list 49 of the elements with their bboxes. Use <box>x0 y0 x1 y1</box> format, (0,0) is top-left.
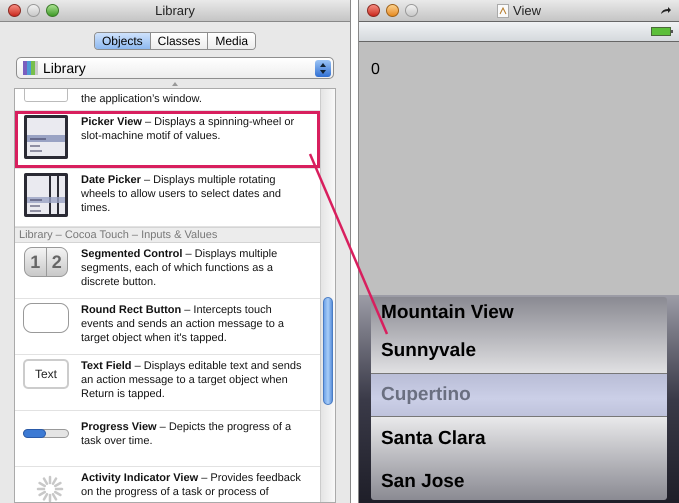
picker-row[interactable]: San Jose <box>371 461 667 500</box>
picker-view-icon <box>24 115 68 159</box>
item-description: Text Field – Displays editable text and sends an action message to a target object when Return is tapped. <box>81 359 303 401</box>
segment-label: 1 <box>29 250 42 274</box>
picker-row[interactable]: Santa Clara <box>371 417 667 461</box>
picker-row[interactable]: Mountain View <box>371 297 667 329</box>
item-description: Segmented Control – Displays multiple segments, each of which functions as a discrete button. <box>81 247 278 289</box>
zoom-button[interactable] <box>405 4 418 17</box>
item-description: Picker View – Displays a spinning-wheel or slot-machine motif of values. <box>81 115 296 143</box>
picker-row[interactable]: Sunnyvale <box>371 329 667 373</box>
minimize-button[interactable] <box>386 4 399 17</box>
item-description: Date Picker – Displays multiple rotating wheels to allow users to select dates and times. <box>81 173 282 215</box>
popup-value: Library <box>43 58 86 78</box>
item-description: Progress View – Depicts the progress of a task over time. <box>81 420 292 448</box>
round-rect-icon <box>23 303 69 333</box>
window-title: Library <box>154 2 196 20</box>
window-title: View <box>513 2 541 20</box>
date-picker-icon <box>24 173 68 217</box>
stepper-arrows-icon <box>315 60 331 76</box>
spinner-icon <box>36 475 64 502</box>
library-item[interactable]: the application’s window. <box>15 89 320 111</box>
close-button[interactable] <box>367 4 380 17</box>
text-field-icon: Text <box>23 359 69 389</box>
tab[interactable]: Classes <box>150 33 208 49</box>
progress-bar-icon <box>23 429 69 438</box>
document-icon <box>497 4 510 18</box>
battery-icon <box>651 27 673 36</box>
tab[interactable]: Media <box>207 33 256 49</box>
picker-wheel[interactable]: Mountain View Sunnyvale Cupertino Santa Clara San Jose <box>371 297 667 500</box>
close-button[interactable] <box>8 4 21 17</box>
rotate-arrow-icon[interactable] <box>661 6 671 14</box>
tab[interactable]: Objects <box>94 33 150 49</box>
library-item[interactable]: Text Text Field – Displays editable text and sends an action message to a target object when Return is tapped. <box>15 355 320 411</box>
scrollbar-thumb[interactable] <box>323 297 333 405</box>
segment-label: 2 <box>46 248 67 276</box>
item-description: Round Rect Button – Intercepts touch events and sends an action message to a target object when it's tapped. <box>81 303 286 345</box>
value-label: 0 <box>371 61 380 78</box>
library-item[interactable]: Picker View – Displays a spinning-wheel or slot-machine motif of values. <box>15 111 320 169</box>
library-item[interactable]: 1 2 Segmented Control – Displays multiple segments, each of which functions as a discrete button. <box>15 243 320 299</box>
item-description: Activity Indicator View – Provides feedback on the progress of a task or process of <box>81 471 302 499</box>
section-header: Library – Cocoa Touch – Inputs & Values <box>19 228 218 243</box>
books-icon <box>23 61 39 75</box>
library-item[interactable]: Round Rect Button – Intercepts touch events and sends an action message to a target object when it's tapped. <box>15 299 320 355</box>
zoom-button[interactable] <box>46 4 59 17</box>
item-description: the application’s window. <box>81 92 203 106</box>
scroll-up-icon <box>172 82 178 86</box>
library-item[interactable]: Progress View – Depicts the progress of a task over time. <box>15 411 320 467</box>
library-popup[interactable]: Library <box>16 57 334 79</box>
minimize-button[interactable] <box>27 4 40 17</box>
